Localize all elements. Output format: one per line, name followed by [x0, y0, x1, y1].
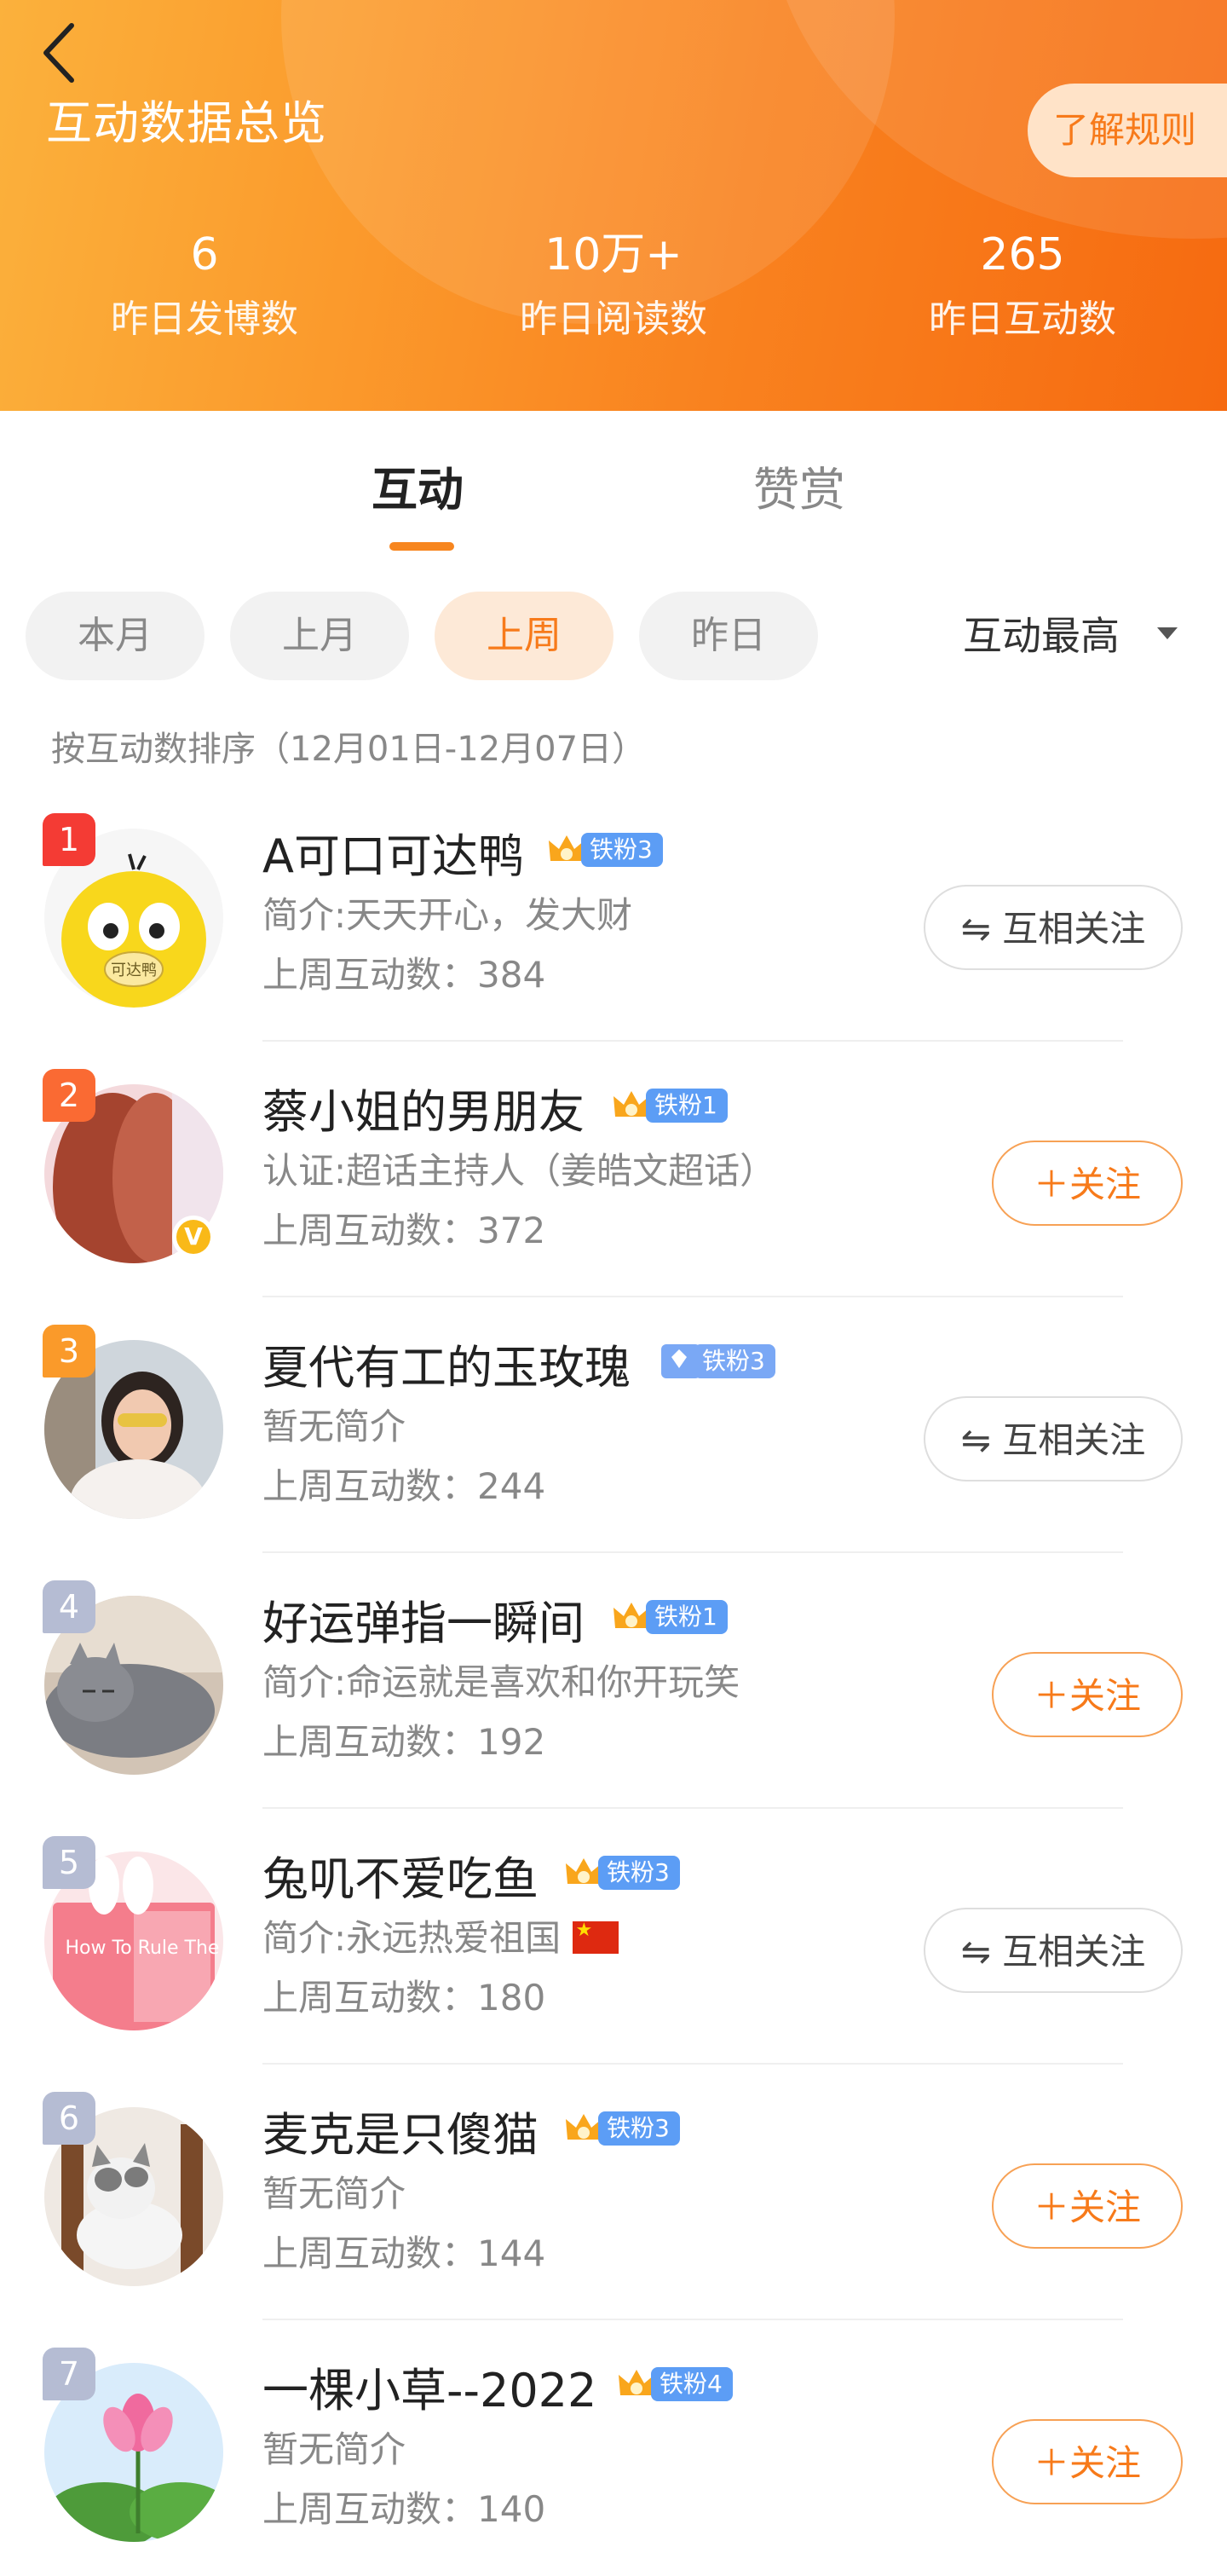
- tab-reward[interactable]: 赞赏: [753, 452, 845, 519]
- avatar-text: 可达鸭: [111, 962, 157, 979]
- list-item[interactable]: How To Rule The World 5 兔叽不爱吃鱼 铁粉3 简介:永远…: [0, 1809, 1227, 2065]
- stat-label: 昨日发博数: [111, 297, 298, 341]
- list-item[interactable]: 4 好运弹指一瞬间 铁粉1 简介:命运就是喜欢和你开玩笑 上周互动数：192 ＋…: [0, 1553, 1227, 1809]
- stat-value: 265: [980, 229, 1065, 280]
- plus-icon: ＋: [1033, 1164, 1069, 1205]
- user-name[interactable]: 麦克是只傻猫: [262, 2097, 539, 2164]
- user-description: 暂无简介: [262, 2173, 406, 2215]
- fan-level: 铁粉3: [581, 833, 663, 867]
- stat-label: 昨日阅读数: [520, 297, 707, 341]
- follow-button[interactable]: ＋关注: [992, 2163, 1183, 2249]
- interaction-count: 上周互动数：192: [262, 1721, 546, 1763]
- interaction-count: 上周互动数：372: [262, 1210, 546, 1251]
- filter-this-month[interactable]: 本月: [26, 592, 204, 680]
- fan-badge: 铁粉3: [658, 1340, 775, 1383]
- list-item[interactable]: 6 麦克是只傻猫 铁粉3 暂无简介 上周互动数：144 ＋关注: [0, 2065, 1227, 2320]
- rank-badge: 7: [43, 2348, 95, 2400]
- stat-interactions: 265 昨日互动数: [852, 228, 1193, 346]
- stat-posts: 6 昨日发博数: [34, 228, 375, 346]
- user-name[interactable]: 蔡小姐的男朋友: [262, 1074, 585, 1141]
- list-item[interactable]: 3 夏代有工的玉玫瑰 铁粉3 暂无简介 上周互动数：244 ⇋ 互相关注: [0, 1297, 1227, 1553]
- follow-button[interactable]: ＋关注: [992, 1652, 1183, 1737]
- swap-arrows-icon: ⇋: [960, 908, 1003, 950]
- fan-badge: 铁粉1: [610, 1596, 728, 1638]
- button-label: 互相关注: [1002, 1419, 1146, 1461]
- interaction-count: 上周互动数：244: [262, 1465, 546, 1507]
- swap-arrows-icon: ⇋: [960, 1931, 1003, 1972]
- interaction-count: 上周互动数：180: [262, 1977, 546, 2019]
- list-item[interactable]: V 2 蔡小姐的男朋友 铁粉1 认证:超话主持人（姜皓文超话） 上周互动数：37…: [0, 1042, 1227, 1297]
- user-description: 认证:超话主持人（姜皓文超话）: [262, 1150, 776, 1192]
- fan-level: 铁粉1: [646, 1600, 728, 1634]
- caret-down-icon[interactable]: [1157, 627, 1178, 639]
- stat-value: 6: [190, 229, 219, 280]
- rank-badge: 1: [43, 813, 95, 866]
- button-label: 关注: [1069, 2442, 1142, 2484]
- page-title: 互动数据总览: [46, 96, 327, 150]
- button-label: 互相关注: [1002, 1931, 1146, 1972]
- user-description: 暂无简介: [262, 2429, 406, 2470]
- mutual-follow-button[interactable]: ⇋ 互相关注: [924, 1396, 1183, 1481]
- interaction-count: 上周互动数：384: [262, 954, 546, 996]
- fan-badge: 铁粉3: [545, 829, 663, 871]
- description-text: 简介:永远热爱祖国: [262, 1917, 562, 1959]
- interaction-count: 上周互动数：140: [262, 2488, 546, 2530]
- avatar-text: How To Rule The World: [66, 1938, 223, 1959]
- filter-last-month[interactable]: 上月: [230, 592, 409, 680]
- button-label: 关注: [1069, 1164, 1142, 1205]
- tab-active-indicator: [389, 542, 454, 551]
- fan-badge: 铁粉3: [562, 2107, 680, 2150]
- rank-badge: 4: [43, 1580, 95, 1633]
- tab-interaction[interactable]: 互动: [372, 452, 464, 519]
- fan-level: 铁粉3: [598, 1856, 680, 1890]
- fan-badge: 铁粉3: [562, 1851, 680, 1894]
- verified-badge-icon: V: [172, 1216, 215, 1258]
- stat-label: 昨日互动数: [929, 297, 1116, 341]
- fan-badge: 铁粉1: [610, 1084, 728, 1127]
- list-item[interactable]: 7 一棵小草--2022 铁粉4 暂无简介 上周互动数：140 ＋关注: [0, 2320, 1227, 2576]
- rank-badge: 5: [43, 1836, 95, 1889]
- plus-icon: ＋: [1033, 2186, 1069, 2228]
- fan-badge: 铁粉4: [615, 2363, 733, 2406]
- china-flag-icon: [572, 1920, 619, 1954]
- user-description: 简介:永远热爱祖国: [262, 1909, 619, 1961]
- user-name[interactable]: 好运弹指一瞬间: [262, 1585, 585, 1653]
- user-description: 简介:命运就是喜欢和你开玩笑: [262, 1661, 740, 1703]
- user-description: 暂无简介: [262, 1406, 406, 1447]
- interaction-count: 上周互动数：144: [262, 2232, 546, 2274]
- button-label: 关注: [1069, 2186, 1142, 2228]
- fan-level: 铁粉1: [646, 1089, 728, 1123]
- sort-dropdown[interactable]: 互动最高: [963, 609, 1120, 663]
- rank-badge: 3: [43, 1325, 95, 1378]
- user-name[interactable]: 夏代有工的玉玫瑰: [262, 1330, 631, 1397]
- mutual-follow-button[interactable]: ⇋ 互相关注: [924, 885, 1183, 970]
- button-label: 互相关注: [1002, 908, 1146, 950]
- swap-arrows-icon: ⇋: [960, 1419, 1003, 1461]
- back-arrow-icon[interactable]: [37, 19, 89, 87]
- filter-last-week[interactable]: 上周: [435, 592, 614, 680]
- follow-button[interactable]: ＋关注: [992, 2419, 1183, 2504]
- fan-level: 铁粉4: [651, 2367, 733, 2401]
- user-description: 简介:天天开心，发大财: [262, 894, 633, 936]
- header: 互动数据总览 了解规则 6 昨日发博数 10万+ 昨日阅读数 265 昨日互动数: [0, 0, 1227, 411]
- rank-badge: 2: [43, 1069, 95, 1122]
- filter-yesterday[interactable]: 昨日: [639, 592, 818, 680]
- follow-button[interactable]: ＋关注: [992, 1141, 1183, 1226]
- plus-icon: ＋: [1033, 2442, 1069, 2484]
- stat-reads: 10万+ 昨日阅读数: [443, 228, 784, 346]
- user-name[interactable]: A可口可达鸭: [262, 818, 524, 886]
- user-name[interactable]: 兔叽不爱吃鱼: [262, 1841, 539, 1909]
- stat-value: 10万+: [544, 229, 683, 280]
- rules-button[interactable]: 了解规则: [1028, 84, 1227, 177]
- button-label: 关注: [1069, 1675, 1142, 1717]
- mutual-follow-button[interactable]: ⇋ 互相关注: [924, 1908, 1183, 1993]
- fan-level: 铁粉3: [598, 2111, 680, 2146]
- user-name[interactable]: 一棵小草--2022: [262, 2353, 596, 2420]
- fan-level: 铁粉3: [694, 1344, 775, 1378]
- list-item[interactable]: 可达鸭 1 A可口可达鸭 铁粉3 简介:天天开心，发大财 上周互动数：384 ⇋…: [0, 786, 1227, 1042]
- plus-icon: ＋: [1033, 1675, 1069, 1717]
- rank-badge: 6: [43, 2092, 95, 2145]
- sort-description: 按互动数排序（12月01日-12月07日）: [51, 730, 647, 769]
